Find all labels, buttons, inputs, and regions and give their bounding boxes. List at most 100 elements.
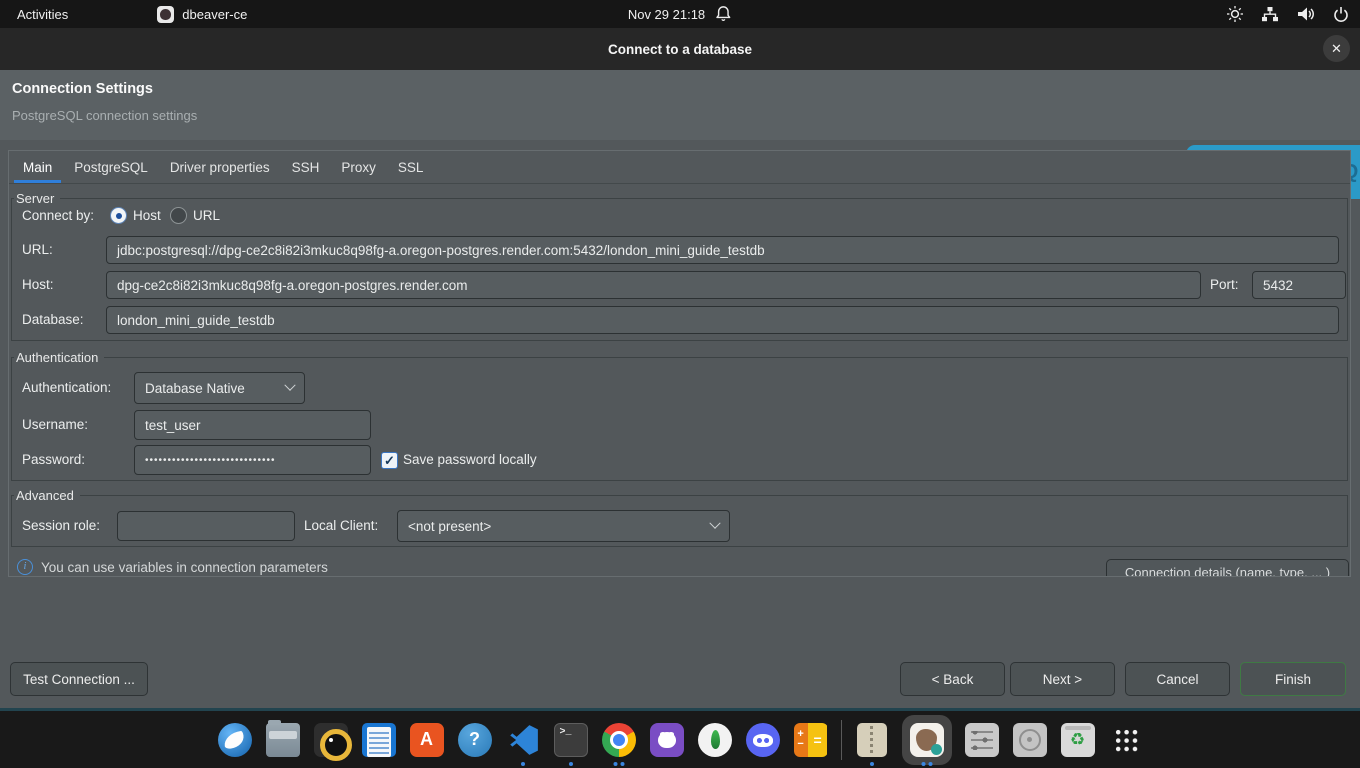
page-subtitle: PostgreSQL connection settings: [12, 108, 197, 123]
username-value: test_user: [145, 418, 201, 433]
save-password-checkbox[interactable]: ✓: [381, 452, 398, 469]
app-menu[interactable]: dbeaver-ce: [157, 6, 247, 23]
connect-by-label: Connect by:: [22, 208, 94, 223]
chevron-down-icon: [284, 380, 295, 391]
next-label: Next >: [1043, 672, 1082, 687]
tab-driver-properties[interactable]: Driver properties: [161, 151, 279, 183]
cancel-button[interactable]: Cancel: [1125, 662, 1230, 696]
tab-ssl[interactable]: SSL: [389, 151, 433, 183]
back-label: < Back: [932, 672, 974, 687]
close-button[interactable]: ✕: [1323, 35, 1350, 62]
test-connection-button[interactable]: Test Connection ...: [10, 662, 148, 696]
trash-icon: ♻: [1061, 723, 1095, 757]
settings-icon: [965, 723, 999, 757]
tab-driver-properties-label: Driver properties: [170, 160, 270, 175]
network-icon: [1261, 6, 1279, 23]
dock-github[interactable]: [649, 722, 685, 758]
authentication-select[interactable]: Database Native: [134, 372, 305, 404]
tab-bar: Main PostgreSQL Driver properties SSH Pr…: [9, 151, 1350, 184]
database-input[interactable]: london_mini_guide_testdb: [106, 306, 1339, 334]
authentication-value: Database Native: [145, 381, 245, 396]
notification-bell-icon: [715, 4, 732, 25]
local-client-select[interactable]: <not present>: [397, 510, 730, 542]
tab-main-label: Main: [23, 160, 52, 175]
tab-proxy[interactable]: Proxy: [332, 151, 385, 183]
password-label: Password:: [22, 452, 85, 467]
dock-software[interactable]: A: [409, 722, 445, 758]
username-input[interactable]: test_user: [134, 410, 371, 440]
back-button[interactable]: < Back: [900, 662, 1005, 696]
dock-mongodb[interactable]: [697, 722, 733, 758]
dock-chrome[interactable]: [601, 722, 637, 758]
dock-writer[interactable]: [361, 722, 397, 758]
tab-ssh-label: SSH: [292, 160, 320, 175]
chevron-down-icon: [709, 518, 720, 529]
dock-discord[interactable]: [745, 722, 781, 758]
url-input[interactable]: jdbc:postgresql://dpg-ce2c8i82i3mkuc8q98…: [106, 236, 1339, 264]
port-input[interactable]: 5432: [1252, 271, 1346, 299]
system-status-area[interactable]: [1226, 0, 1350, 28]
tab-ssl-label: SSL: [398, 160, 424, 175]
dock-archive-manager[interactable]: [854, 722, 890, 758]
dock-separator: [841, 720, 842, 760]
calculator-icon: +−=: [794, 723, 828, 757]
chrome-icon: [602, 723, 636, 757]
connection-details-label: Connection details (name, type, ... ): [1125, 565, 1330, 577]
tab-proxy-label: Proxy: [341, 160, 376, 175]
screen: Activities dbeaver-ce Nov 29 21:18 Conne…: [0, 0, 1360, 768]
port-label: Port:: [1210, 277, 1239, 292]
dock-disks[interactable]: [1012, 722, 1048, 758]
url-value: jdbc:postgresql://dpg-ce2c8i82i3mkuc8q98…: [117, 243, 765, 258]
authentication-label: Authentication:: [22, 380, 111, 395]
clock-label: Nov 29 21:18: [628, 7, 705, 22]
dock-settings[interactable]: [964, 722, 1000, 758]
dock-files[interactable]: [265, 722, 301, 758]
local-client-label: Local Client:: [304, 518, 378, 533]
save-password-label[interactable]: Save password locally: [403, 452, 537, 467]
vscode-icon: [506, 723, 540, 757]
dock-dbeaver[interactable]: [902, 715, 952, 765]
host-input[interactable]: dpg-ce2c8i82i3mkuc8q98fg-a.oregon-postgr…: [106, 271, 1201, 299]
dock-terminal[interactable]: [553, 722, 589, 758]
tab-postgresql-label: PostgreSQL: [74, 160, 148, 175]
next-button[interactable]: Next >: [1010, 662, 1115, 696]
terminal-icon: [554, 723, 588, 757]
connect-by-url-radio-label[interactable]: URL: [193, 208, 220, 223]
clock-menu[interactable]: Nov 29 21:18: [628, 4, 732, 25]
dock-rhythmbox[interactable]: [313, 722, 349, 758]
activities-button[interactable]: Activities: [0, 0, 85, 28]
tab-main[interactable]: Main: [14, 151, 61, 183]
recycle-glyph: ♻: [1070, 730, 1085, 750]
url-label: URL:: [22, 242, 53, 257]
tab-postgresql[interactable]: PostgreSQL: [65, 151, 157, 183]
app-menu-label: dbeaver-ce: [182, 7, 247, 22]
advanced-group-legend: Advanced: [14, 488, 80, 503]
connection-details-button[interactable]: Connection details (name, type, ... ): [1106, 559, 1349, 577]
password-input[interactable]: •••••••••••••••••••••••••••••: [134, 445, 371, 475]
ubuntu-software-icon: A: [410, 723, 444, 757]
advanced-group: Advanced Session role: Local Client: <no…: [11, 495, 1348, 547]
connect-by-host-radio[interactable]: [110, 207, 127, 224]
session-role-input[interactable]: [117, 511, 295, 541]
finish-button[interactable]: Finish: [1240, 662, 1346, 696]
rhythmbox-icon: [314, 723, 348, 757]
info-row: i You can use variables in connection pa…: [17, 559, 328, 575]
dock-thunderbird[interactable]: [217, 722, 253, 758]
app-grid-icon: [1109, 723, 1143, 757]
dock-calculator[interactable]: +−=: [793, 722, 829, 758]
connect-by-url-radio[interactable]: [170, 207, 187, 224]
dock-vscode[interactable]: [505, 722, 541, 758]
port-value: 5432: [1263, 278, 1293, 293]
connect-by-host-radio-label[interactable]: Host: [133, 208, 161, 223]
power-icon: [1332, 5, 1350, 23]
tab-ssh[interactable]: SSH: [283, 151, 329, 183]
dock-help[interactable]: ?: [457, 722, 493, 758]
night-light-icon: [1226, 5, 1244, 23]
authentication-group: Authentication Authentication: Database …: [11, 357, 1348, 481]
host-label: Host:: [22, 277, 54, 292]
dock-trash[interactable]: ♻: [1060, 722, 1096, 758]
connection-settings-panel: Main PostgreSQL Driver properties SSH Pr…: [8, 150, 1351, 577]
dock-app-grid[interactable]: [1108, 722, 1144, 758]
archive-manager-icon: [857, 723, 887, 757]
discord-icon: [746, 723, 780, 757]
